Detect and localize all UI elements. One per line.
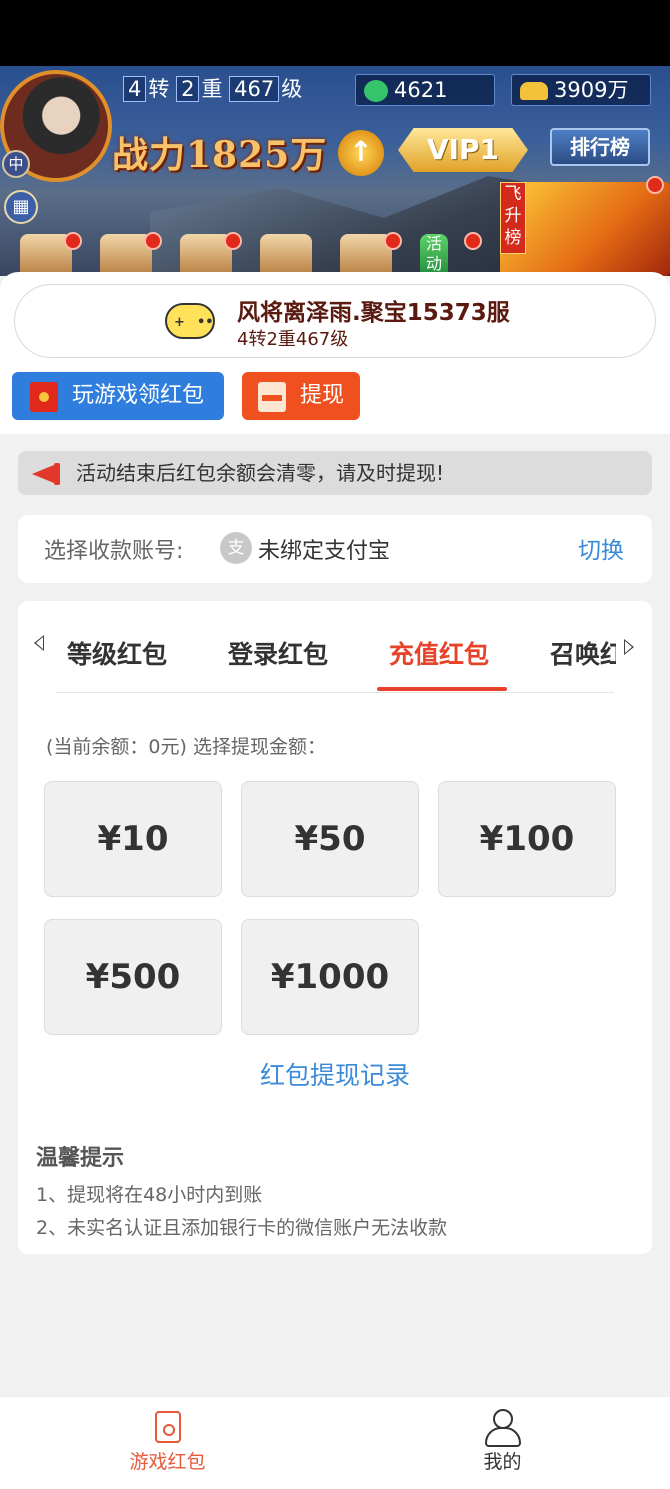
nav-label: 游戏红包 — [129, 1451, 206, 1473]
nav-mine[interactable]: 我的 — [335, 1397, 670, 1489]
divider — [56, 692, 614, 693]
server-level: 4转2重467级 — [237, 329, 349, 350]
gold-value: 3909万 — [554, 78, 629, 102]
alipay-icon: 支 — [220, 532, 252, 564]
grid-menu-icon[interactable]: ▦ — [4, 190, 38, 224]
account-value: 未绑定支付宝 — [258, 539, 391, 564]
notification-dot — [144, 232, 162, 250]
player-level-stat: 4转 2重 467 级 — [115, 74, 345, 106]
tab-scroll-right-icon[interactable] — [624, 639, 634, 655]
level-value: 467 — [229, 76, 280, 102]
jade-icon — [364, 80, 388, 102]
notice-banner: 活动结束后红包余额会清零，请及时提现! — [18, 451, 652, 495]
amount-option[interactable]: ¥500 — [44, 919, 222, 1035]
game-function-icon[interactable] — [260, 234, 312, 276]
tab-scroll-left-icon[interactable] — [34, 635, 44, 651]
tab-summon-redpacket[interactable]: 召唤红包 — [550, 635, 616, 671]
account-label: 选择收款账号: — [44, 539, 184, 564]
withdraw-card: 等级红包 登录红包 充值红包 召唤红包 (当前余额：0元) 选择提现金额： ¥1… — [18, 601, 652, 1254]
status-bar — [0, 0, 670, 66]
jade-value: 4621 — [394, 78, 448, 102]
wallet-icon — [258, 382, 286, 412]
withdraw-button[interactable]: 提现 — [242, 372, 360, 420]
ascension-label: 飞升榜 — [500, 182, 526, 254]
combat-power: 战力1825万 — [112, 134, 328, 176]
notification-dot — [464, 232, 482, 250]
tier-unit: 重 — [201, 77, 223, 101]
notice-text: 活动结束后红包余额会清零，请及时提现! — [76, 461, 445, 485]
tier-value: 2 — [176, 76, 200, 102]
notification-dot — [64, 232, 82, 250]
redpacket-tabs: 等级红包 登录红包 充值红包 召唤红包 — [18, 601, 652, 693]
red-envelope-icon — [30, 382, 58, 412]
red-packet-icon — [155, 1411, 181, 1443]
tip-item: 2、未实名认证且添加银行卡的微信账户无法收款 — [36, 1217, 448, 1239]
tip-item: 1、提现将在48小时内到账 — [36, 1184, 263, 1206]
amount-option[interactable]: ¥50 — [241, 781, 419, 897]
user-icon — [485, 1409, 521, 1447]
bottom-navigation: 游戏红包 我的 — [0, 1396, 670, 1489]
vip-badge[interactable]: VIP1 — [398, 128, 528, 172]
leaderboard-button[interactable]: 排行榜 — [550, 128, 650, 166]
rebirth-unit: 转 — [148, 77, 170, 101]
tab-login-redpacket[interactable]: 登录红包 — [228, 635, 328, 671]
megaphone-icon — [32, 461, 66, 487]
server-card: + •• 风将离泽雨.聚宝15373服 4转2重467级 玩游戏领红包 提现 — [0, 272, 670, 434]
gamepad-icon: + •• — [165, 303, 215, 339]
gold-stat: 3909万 — [511, 74, 651, 106]
amount-option[interactable]: ¥10 — [44, 781, 222, 897]
play-game-redpacket-button[interactable]: 玩游戏领红包 — [12, 372, 224, 420]
avatar-badge: 中 — [2, 150, 30, 178]
gold-ingot-icon — [520, 82, 548, 100]
tips-title: 温馨提示 — [36, 1146, 125, 1171]
tab-recharge-redpacket[interactable]: 充值红包 — [389, 635, 489, 671]
activity-icon[interactable]: 活动 — [420, 234, 448, 276]
power-up-icon[interactable]: ↑ — [338, 130, 384, 176]
switch-account-link[interactable]: 切换 — [578, 531, 624, 565]
payout-account-row: 选择收款账号: 支 未绑定支付宝 切换 — [18, 515, 652, 583]
nav-game-redpacket[interactable]: 游戏红包 — [0, 1397, 335, 1489]
tab-level-redpacket[interactable]: 等级红包 — [67, 635, 167, 671]
notification-dot — [646, 176, 664, 194]
jade-stat: 4621 — [355, 74, 495, 106]
balance-text: (当前余额：0元) 选择提现金额： — [46, 736, 326, 758]
amount-option[interactable]: ¥100 — [438, 781, 616, 897]
withdraw-record-link[interactable]: 红包提现记录 — [18, 1056, 652, 1092]
play-button-label: 玩游戏领红包 — [72, 383, 205, 408]
level-unit: 级 — [281, 77, 303, 101]
rebirth-value: 4 — [123, 76, 147, 102]
server-selector[interactable]: + •• 风将离泽雨.聚宝15373服 4转2重467级 — [14, 284, 656, 358]
server-name: 风将离泽雨.聚宝15373服 — [237, 300, 510, 326]
ascension-leaderboard[interactable]: 飞升榜 — [500, 176, 670, 276]
active-tab-indicator — [377, 687, 507, 691]
withdraw-button-label: 提现 — [300, 383, 345, 408]
amount-option[interactable]: ¥1000 — [241, 919, 419, 1035]
game-stats-bar: 4转 2重 467 级 4621 3909万 — [115, 74, 665, 108]
nav-label: 我的 — [483, 1451, 522, 1473]
game-function-icons: 活动 — [20, 232, 500, 276]
notification-dot — [224, 232, 242, 250]
notification-dot — [384, 232, 402, 250]
game-banner[interactable]: 中 ▦ 4转 2重 467 级 4621 3909万 战力1825万 ↑ VIP1… — [0, 66, 670, 276]
